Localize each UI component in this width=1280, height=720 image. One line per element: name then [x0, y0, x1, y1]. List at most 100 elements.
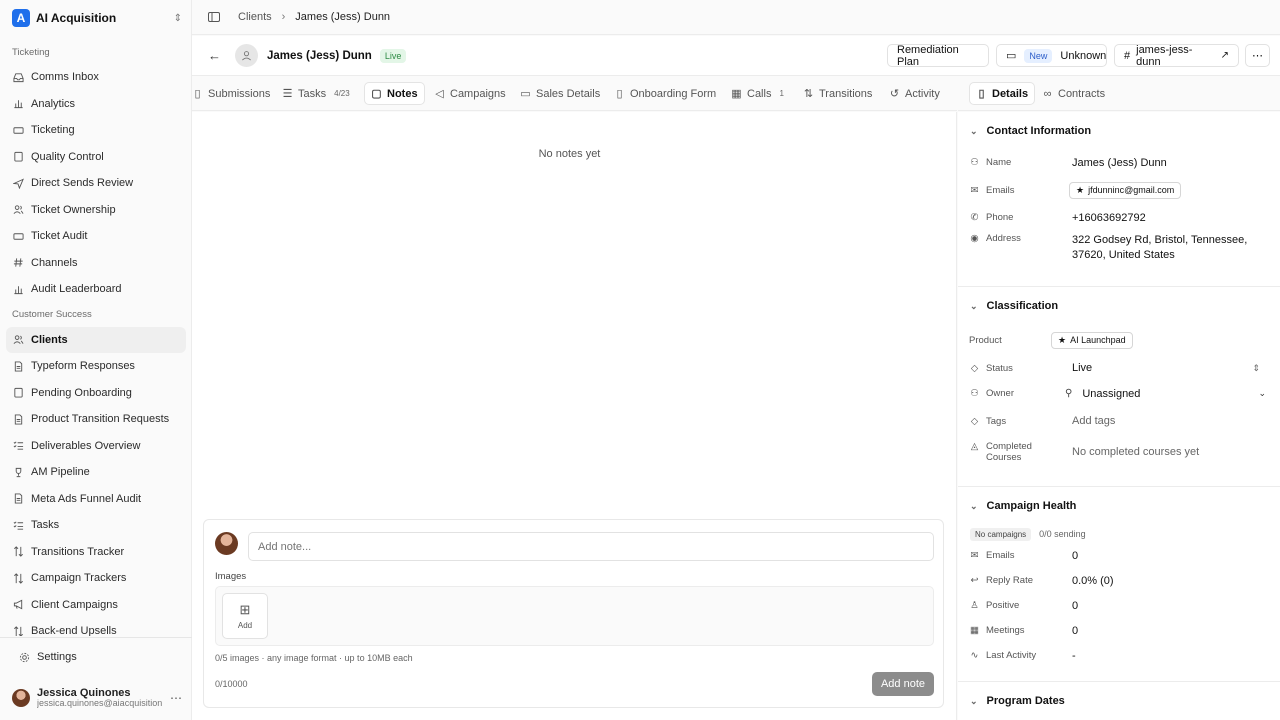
emails-row: ✉ Emails 0	[958, 543, 1280, 568]
back-arrow-icon[interactable]: ←	[208, 48, 221, 63]
sidebar-item-audit-leaderboard[interactable]: Audit Leaderboard	[6, 276, 186, 303]
sidebar-item-settings[interactable]: Settings	[12, 644, 190, 671]
contact-section-header[interactable]: ⌄ Contact Information	[958, 112, 1280, 150]
contact-emails-row: ✉ Emails ★ jfdunninc@gmail.com	[958, 175, 1280, 205]
add-tags-input[interactable]: Add tags	[1072, 415, 1115, 427]
sidebar-item-label: Tasks	[31, 519, 60, 532]
last-activity-row: ∿ Last Activity -	[958, 643, 1280, 668]
email-value: jfdunninc@gmail.com	[1088, 185, 1175, 195]
section-title: Contact Information	[986, 125, 1092, 137]
user-menu[interactable]: Jessica Quinones jessica.quinones@aiacqu…	[12, 686, 182, 710]
clipboard-icon	[13, 387, 24, 398]
campaign-health-section-header[interactable]: ⌄ Campaign Health	[958, 487, 1280, 525]
more-icon[interactable]: ⋯	[170, 691, 182, 705]
sidebar-item-tasks[interactable]: Tasks	[6, 512, 186, 539]
tab-notes[interactable]: ▢ Notes	[364, 82, 425, 105]
sidebar-item-ticketing[interactable]: Ticketing	[6, 117, 186, 144]
chevron-down-icon: ⌄	[970, 125, 978, 136]
sidebar-item-transitions-tracker[interactable]: Transitions Tracker	[6, 539, 186, 566]
notes-panel: No notes yet Images ⊞ Add 0/5 images · a…	[192, 112, 957, 720]
sidebar-item-back-end-upsells[interactable]: Back-end Upsells	[6, 618, 186, 636]
org-switcher[interactable]: A AI Acquisition ⇕	[12, 7, 182, 29]
empty-state-text: No notes yet	[538, 148, 601, 160]
client-name: James (Jess) Dunn	[267, 49, 372, 62]
sidebar-item-client-campaigns[interactable]: Client Campaigns	[6, 592, 186, 619]
field-label: Owner	[986, 388, 1014, 399]
chevron-down-icon: ⌄	[970, 300, 978, 311]
sidebar-item-label: Clients	[31, 333, 68, 346]
star-icon: ★	[1058, 334, 1067, 345]
sidebar-item-channels[interactable]: Channels	[6, 250, 186, 277]
sidebar-item-campaign-trackers[interactable]: Campaign Trackers	[6, 565, 186, 592]
stage-button[interactable]: ▭ New Unknown	[996, 44, 1107, 67]
megaphone-icon: ◁	[435, 88, 444, 100]
tab-transitions[interactable]: ⇅ Transitions	[797, 82, 878, 105]
sidebar-item-clients[interactable]: Clients	[6, 326, 186, 353]
tab-campaigns[interactable]: ◁ Campaigns	[428, 82, 512, 105]
sidebar-item-meta-ads-funnel-audit[interactable]: Meta Ads Funnel Audit	[6, 486, 186, 513]
tab-label: Campaigns	[450, 87, 506, 100]
sidebar-item-pending-onboarding[interactable]: Pending Onboarding	[6, 380, 186, 407]
megaphone-icon	[13, 599, 24, 610]
tab-label: Activity	[905, 87, 940, 100]
chevron-updown-icon: ⇕	[173, 12, 182, 24]
sidebar-item-analytics[interactable]: Analytics	[6, 91, 186, 118]
sidebar-item-ticket-audit[interactable]: Ticket Audit	[6, 223, 186, 250]
tab-contracts[interactable]: ∞ Contracts	[1036, 82, 1111, 105]
program-dates-section-header[interactable]: ⌄ Program Dates	[958, 682, 1280, 720]
tab-calls[interactable]: ▦ Calls 1	[725, 82, 790, 105]
add-note-button[interactable]: Add note	[872, 672, 934, 696]
arrows-icon: ⇅	[803, 88, 814, 100]
sidebar-item-label: Deliverables Overview	[31, 439, 141, 452]
note-input[interactable]	[248, 532, 934, 561]
email-chip[interactable]: ★ jfdunninc@gmail.com	[1069, 181, 1182, 199]
right-tab-bar: ▯ Details ∞ Contracts	[958, 77, 1280, 111]
tab-sales-details[interactable]: ▭ Sales Details	[514, 82, 606, 105]
sidebar-item-deliverables-overview[interactable]: Deliverables Overview	[6, 433, 186, 460]
users-icon	[13, 334, 24, 345]
arrows-icon	[13, 573, 24, 584]
sidebar-item-product-transition-requests[interactable]: Product Transition Requests	[6, 406, 186, 433]
sidebar-item-direct-sends-review[interactable]: Direct Sends Review	[6, 170, 186, 197]
tab-label: Sales Details	[536, 87, 601, 100]
chevron-updown-icon[interactable]: ⇕	[1252, 363, 1260, 374]
sidebar-item-comms-inbox[interactable]: Comms Inbox	[6, 64, 186, 91]
sidebar-item-am-pipeline[interactable]: AM Pipeline	[6, 459, 186, 486]
sidebar-item-label: Analytics	[31, 97, 76, 110]
classification-section-header[interactable]: ⌄ Classification	[958, 287, 1280, 325]
tab-submissions[interactable]: ▯ Submissions	[192, 82, 276, 105]
tab-tasks[interactable]: ☰ Tasks 4/23	[276, 82, 356, 105]
sidebar-item-label: Ticket Ownership	[31, 203, 116, 216]
tab-activity[interactable]: ↺ Activity	[883, 82, 946, 105]
chevron-down-icon[interactable]: ⌄	[1258, 388, 1266, 399]
tab-details[interactable]: ▯ Details	[969, 82, 1036, 105]
sidebar-item-label: Ticketing	[31, 124, 75, 137]
field-label: Phone	[986, 212, 1014, 223]
images-label: Images	[215, 571, 247, 582]
add-image-button[interactable]: ⊞ Add	[222, 593, 268, 639]
remediation-plan-button[interactable]: Remediation Plan	[887, 44, 989, 68]
product-chip[interactable]: ★ AI Launchpad	[1051, 331, 1133, 349]
owner-select[interactable]: Unassigned	[1082, 388, 1140, 400]
status-select[interactable]: Live	[1072, 362, 1092, 374]
sidebar-item-ticket-ownership[interactable]: Ticket Ownership	[6, 197, 186, 224]
sidebar-item-label: Comms Inbox	[31, 71, 99, 84]
sidebar-item-quality-control[interactable]: Quality Control	[6, 144, 186, 171]
sidebar-toggle-icon[interactable]	[208, 11, 220, 23]
user-icon: ⚇	[970, 157, 979, 168]
file-icon: ▯	[616, 88, 623, 100]
owner-row: ⚇ Owner ⚲ Unassigned ⌄	[958, 381, 1280, 406]
image-dropzone[interactable]: ⊞ Add	[215, 586, 934, 646]
trophy-icon	[13, 467, 24, 478]
slug-link-button[interactable]: # james-jess-dunn ↗	[1114, 44, 1239, 68]
meetings-value: 0	[1072, 624, 1079, 637]
topbar: Clients › James (Jess) Dunn	[192, 0, 1280, 35]
more-actions-button[interactable]: ⋯	[1245, 44, 1270, 67]
ticket-icon	[13, 125, 24, 136]
breadcrumb-clients[interactable]: Clients	[238, 11, 272, 23]
tab-onboarding-form[interactable]: ▯ Onboarding Form	[608, 82, 722, 105]
section-title: Program Dates	[986, 695, 1065, 707]
contact-name-row: ⚇ Name James (Jess) Dunn	[958, 150, 1280, 175]
sidebar-item-label: Audit Leaderboard	[31, 283, 122, 296]
sidebar-item-typeform-responses[interactable]: Typeform Responses	[6, 353, 186, 380]
